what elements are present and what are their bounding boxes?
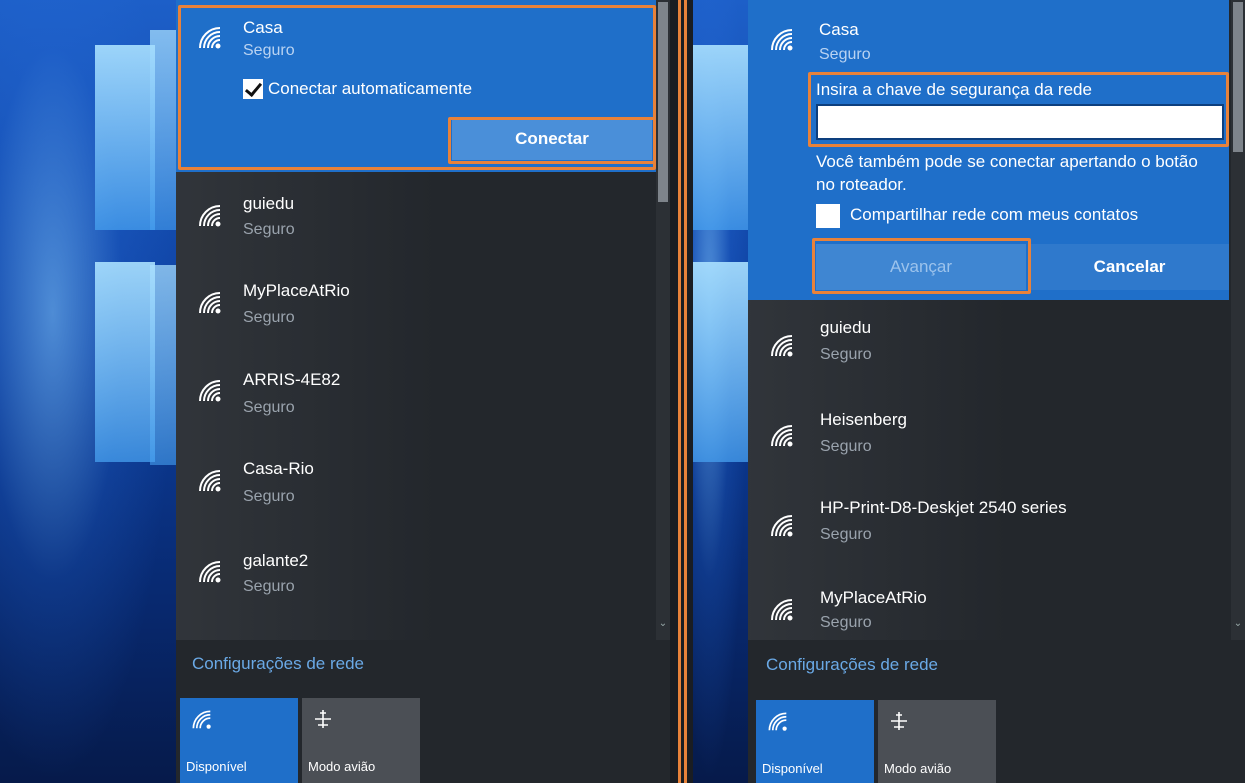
wifi-icon — [190, 708, 212, 730]
network-item[interactable]: ARRIS-4E82 Seguro — [176, 350, 656, 436]
network-status: Seguro — [819, 46, 871, 63]
network-item[interactable]: galante2 Seguro — [176, 524, 656, 610]
wifi-signal-icon — [768, 596, 794, 622]
wifi-signal-icon — [196, 377, 222, 403]
airplane-icon — [888, 710, 910, 732]
network-ssid: Heisenberg — [820, 410, 907, 429]
network-item[interactable]: Casa-Rio Seguro — [176, 437, 656, 523]
network-ssid: guiedu — [820, 318, 872, 337]
wifi-signal-icon — [196, 558, 222, 584]
network-item[interactable]: guiedu Seguro — [176, 176, 656, 262]
network-item[interactable]: Heisenberg Seguro — [748, 390, 1228, 476]
connect-button[interactable]: Conectar — [452, 118, 652, 160]
network-flyout-right: Casa Seguro Insira a chave de segurança … — [748, 0, 1245, 783]
window-logo-pane — [150, 265, 176, 465]
next-button[interactable]: Avançar — [816, 244, 1026, 290]
network-status: Seguro — [820, 526, 872, 543]
share-network-checkbox[interactable] — [816, 204, 840, 228]
wifi-tile[interactable]: Disponível — [756, 700, 874, 783]
scrollbar[interactable]: ⌄ — [656, 0, 670, 640]
tile-label: Disponível — [186, 759, 247, 774]
tile-label: Modo avião — [308, 759, 376, 774]
tile-label: Disponível — [762, 761, 823, 776]
scroll-down-icon[interactable]: ⌄ — [1231, 618, 1245, 629]
network-status: Seguro — [243, 399, 295, 416]
expanded-network-casa[interactable]: Casa Seguro Insira a chave de segurança … — [748, 0, 1229, 300]
cancel-button[interactable]: Cancelar — [1030, 244, 1229, 290]
wifi-signal-icon — [768, 332, 794, 358]
network-status: Seguro — [243, 221, 295, 238]
network-settings-link[interactable]: Configurações de rede — [766, 655, 938, 675]
wifi-signal-icon — [196, 202, 222, 228]
scroll-down-icon[interactable]: ⌄ — [656, 618, 670, 629]
scrollbar[interactable]: ⌄ — [1231, 0, 1245, 640]
wifi-signal-icon — [196, 467, 222, 493]
network-settings-link[interactable]: Configurações de rede — [192, 654, 364, 674]
network-item[interactable]: guiedu Seguro — [748, 300, 1228, 386]
network-status: Seguro — [243, 578, 295, 595]
security-key-label: Insira a chave de segurança da rede — [816, 80, 1092, 99]
network-ssid: MyPlaceAtRio — [820, 588, 927, 607]
window-logo-pane — [95, 45, 155, 230]
network-ssid: Casa — [819, 20, 859, 39]
network-item[interactable]: MyPlaceAtRio Seguro — [748, 568, 1228, 654]
window-logo-pane — [693, 45, 748, 230]
window-logo-pane — [150, 30, 176, 230]
share-network-label: Compartilhar rede com meus contatos — [850, 205, 1139, 224]
network-ssid: MyPlaceAtRio — [243, 281, 350, 300]
security-key-input[interactable] — [816, 104, 1224, 140]
network-item[interactable]: HP-Print-D8-Deskjet 2540 series Seguro — [748, 480, 1228, 566]
wifi-signal-icon — [196, 24, 222, 50]
network-status: Seguro — [820, 438, 872, 455]
network-status: Seguro — [820, 614, 872, 631]
network-ssid: guiedu — [243, 194, 295, 213]
network-flyout-left: Casa Seguro Conectar automaticamente Con… — [176, 0, 670, 783]
wifi-tile[interactable]: Disponível — [180, 698, 298, 783]
wifi-signal-icon — [768, 512, 794, 538]
network-item[interactable]: MyPlaceAtRio Seguro — [176, 263, 656, 349]
network-ssid: ARRIS-4E82 — [243, 370, 341, 389]
comparison-divider — [670, 0, 693, 783]
network-ssid: Casa-Rio — [243, 459, 314, 478]
airplane-mode-tile[interactable]: Modo avião — [878, 700, 996, 783]
window-logo-pane — [95, 262, 155, 462]
network-ssid: Casa — [243, 18, 283, 37]
network-ssid: galante2 — [243, 551, 309, 570]
wifi-signal-icon — [196, 289, 222, 315]
scrollbar-thumb[interactable] — [1233, 2, 1243, 152]
network-status: Seguro — [243, 309, 295, 326]
desktop-background-right — [693, 0, 748, 783]
airplane-icon — [312, 708, 334, 730]
wifi-signal-icon — [768, 422, 794, 448]
network-status: Seguro — [243, 488, 295, 505]
window-logo-pane — [693, 262, 748, 462]
wifi-icon — [766, 710, 788, 732]
auto-connect-label: Conectar automaticamente — [268, 79, 473, 98]
network-status: Seguro — [820, 346, 872, 363]
scrollbar-thumb[interactable] — [658, 2, 668, 202]
tile-label: Modo avião — [884, 761, 952, 776]
wifi-signal-icon — [768, 26, 794, 52]
desktop-background-left — [0, 0, 176, 783]
network-ssid: HP-Print-D8-Deskjet 2540 series — [820, 498, 1067, 517]
network-status: Seguro — [243, 42, 295, 59]
auto-connect-checkbox[interactable] — [243, 79, 263, 99]
router-button-hint: Você também pode se conectar apertando o… — [816, 152, 1198, 194]
expanded-network-casa[interactable]: Casa Seguro Conectar automaticamente Con… — [176, 0, 656, 172]
airplane-mode-tile[interactable]: Modo avião — [302, 698, 420, 783]
